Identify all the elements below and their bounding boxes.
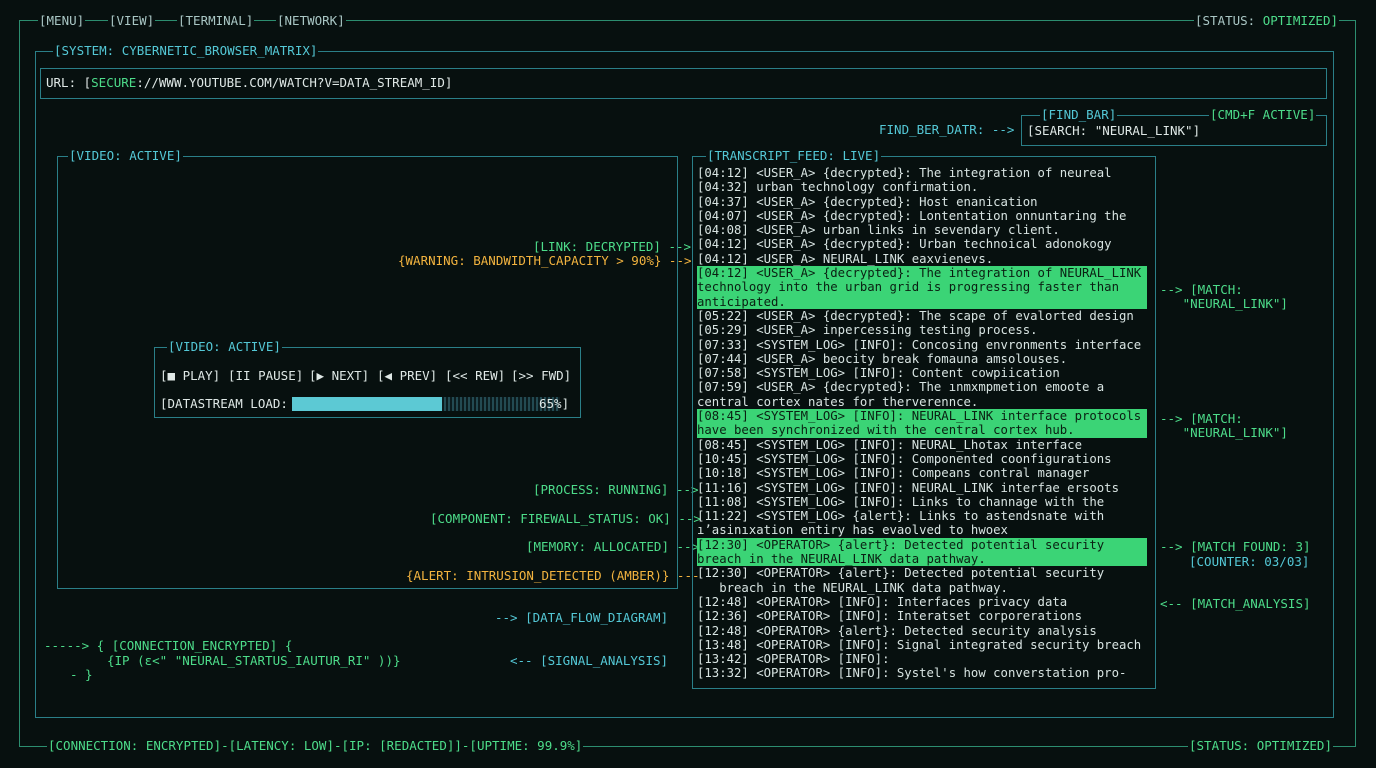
annotation-process-running: [PROCESS: RUNNING] --> — [533, 482, 699, 497]
forward-button[interactable]: [>> FWD] — [511, 369, 571, 383]
transcript-line: [04:12] <USER_A> NEURAL_LINK eaxvienevs. — [697, 251, 994, 266]
transcript-line: breach in the NEURAL_LINK data pathway. — [697, 580, 1008, 595]
video-player-title: [VIDEO: ACTIVE] — [167, 339, 282, 354]
prev-button[interactable]: [◀ PREV] — [377, 369, 437, 383]
play-button[interactable]: [■ PLAY] — [160, 369, 220, 383]
annotation-intrusion-alert: {ALERT: INTRUSION_DETECTED (AMBER)} --- — [406, 568, 700, 583]
annotation-bandwidth-warning: {WARNING: BANDWIDTH_CAPACITY > 90%} --> — [398, 253, 692, 268]
datastream-load-percent: 65%] — [539, 396, 570, 411]
transcript-line: [13:42] <OPERATOR> [INFO]: — [697, 652, 890, 667]
menu-item-view[interactable]: [VIEW] — [108, 14, 156, 28]
transcript-line-highlighted: breach in the NEURAL_LINK data pathway. — [697, 552, 1147, 567]
status-indicator-top: [STATUS: OPTIMIZED] — [1194, 13, 1339, 28]
transcript-feed[interactable]: [04:12] <USER_A> {decrypted}: The integr… — [697, 166, 1147, 681]
match-analysis-link[interactable]: <-- [MATCH_ANALYSIS] — [1160, 597, 1311, 611]
transcript-line: central cortex nates for therverennce. — [697, 394, 979, 409]
transcript-line: [04:12] <USER_A> {decrypted}: Urban tech… — [697, 237, 1112, 252]
transcript-line: [11:16] <SYSTEM_LOG> [INFO]: NEURAL_LINK… — [697, 480, 1119, 495]
transcript-line: [04:32] urban technology confirmation. — [697, 180, 979, 195]
datastream-load-bar — [292, 397, 560, 411]
datastream-load-fill — [292, 397, 443, 411]
cmd-f-indicator: [CMD+F ACTIVE] — [1209, 107, 1317, 122]
next-button[interactable]: [▶ NEXT] — [309, 369, 369, 383]
transcript-line: [04:12] <USER_A> {decrypted}: The integr… — [697, 166, 1112, 180]
annotation-signal-analysis[interactable]: <-- [SIGNAL_ANALYSIS] — [510, 654, 668, 668]
transcript-line: [05:29] <USER_A> inpercessing testing pr… — [697, 323, 1038, 338]
transcript-line: [04:37] <USER_A> {decrypted}: Host enani… — [697, 194, 1038, 209]
transcript-line-highlighted: [08:45] <SYSTEM_LOG> [INFO]: NEURAL_LINK… — [697, 409, 1147, 424]
match-counter: [COUNTER: 03/03] — [1189, 554, 1310, 569]
pause-button[interactable]: [II PAUSE] — [228, 369, 303, 383]
datastream-load-label: [DATASTREAM LOAD: — [160, 396, 288, 411]
annotation-memory-allocated: [MEMORY: ALLOCATED] --> — [526, 539, 700, 554]
transcript-line: ıʼasinıxation entiry has evaolved to hwo… — [697, 523, 1008, 538]
transcript-line-highlighted: [04:12] <USER_A> {decrypted}: The integr… — [697, 266, 1147, 281]
menu-item-terminal[interactable]: [TERMINAL] — [177, 14, 255, 28]
transcript-line: [13:32] <OPERATOR> [INFO]: Systel's how … — [697, 666, 1127, 681]
connection-line-1: -----> { [CONNECTION_ENCRYPTED] { — [44, 638, 293, 653]
transcript-line-highlighted: technology into the urban grid is progre… — [697, 280, 1147, 295]
footer-connection-status: [CONNECTION: ENCRYPTED]-[LATENCY: LOW]-[… — [47, 738, 584, 753]
transcript-line: [13:48] <OPERATOR> [INFO]: Signal integr… — [697, 637, 1142, 652]
transcript-line: [12:30] <OPERATOR> {alert}: Detected pot… — [697, 566, 1105, 581]
match-found-count: --> [MATCH FOUND: 3] — [1160, 539, 1311, 554]
transcript-line-highlighted: anticipated. — [697, 294, 1147, 309]
find-bar-arrow-label: FIND_BER_DATR: --> — [879, 122, 1015, 137]
transcript-line: [04:07] <USER_A> {decrypted}: Lontentati… — [697, 208, 1127, 223]
annotation-firewall-status: [COMPONENT: FIREWALL_STATUS: OK] --> — [430, 511, 701, 526]
rewind-button[interactable]: [<< REW] — [445, 369, 505, 383]
transcript-line-highlighted: [12:30] <OPERATOR> {alert}: Detected pot… — [697, 537, 1147, 553]
menu-item-network[interactable]: [NETWORK] — [276, 14, 346, 28]
annotation-link-decrypted: [LINK: DECRYPTED] --> — [533, 239, 692, 254]
search-input[interactable]: [SEARCH: "NEURAL_LINK"] — [1027, 124, 1200, 138]
transcript-line: [12:48] <OPERATOR> [INFO]: Interfaces pr… — [697, 594, 1068, 609]
match-annotation-2: --> [MATCH: "NEURAL_LINK"] — [1160, 411, 1288, 440]
url-text: URL: [SECURE://WWW.YOUTUBE.COM/WATCH?V=D… — [46, 75, 453, 90]
transcript-line: [04:08] <USER_A> urban links in sevendar… — [697, 223, 1060, 238]
transcript-line: [10:45] <SYSTEM_LOG> [INFO]: Componented… — [697, 451, 1112, 466]
transcript-line: [08:45] <SYSTEM_LOG> [INFO]: NEURAL_Lhot… — [697, 437, 1082, 452]
transcript-line: [12:36] <OPERATOR> [INFO]: Interatset co… — [697, 609, 1082, 624]
find-bar-title: [FIND_BAR] — [1040, 107, 1118, 122]
transcript-line: [07:44] <USER_A> beocity break fomauna a… — [697, 351, 1068, 366]
annotation-data-flow-diagram[interactable]: --> [DATA_FLOW_DIAGRAM] — [495, 611, 668, 625]
transcript-line: [11:08] <SYSTEM_LOG> [INFO]: Links to ch… — [697, 494, 1105, 509]
menu-item-menu[interactable]: [MENU] — [38, 14, 86, 28]
transcript-line: [07:33] <SYSTEM_LOG> [INFO]: Concosing e… — [697, 337, 1142, 352]
match-annotation-1: --> [MATCH: "NEURAL_LINK"] — [1160, 282, 1288, 311]
transcript-line-highlighted: have been synchronized with the central … — [697, 423, 1147, 438]
transcript-line: [12:48] <OPERATOR> {alert}: Detected sec… — [697, 623, 1097, 638]
connection-line-2: {IP (ɛ<" "NEURAL_STARTUS_IAUTUR_RI" ))} — [107, 653, 401, 668]
transcript-line: [07:58] <SYSTEM_LOG> [INFO]: Content cow… — [697, 366, 1060, 381]
video-panel-title: [VIDEO: ACTIVE] — [68, 148, 183, 163]
transcript-line: [10:18] <SYSTEM_LOG> [INFO]: Compeans co… — [697, 466, 1090, 481]
connection-line-3: - } — [70, 667, 93, 682]
transcript-line: [07:59] <USER_A> {decrypted}: The ınmxmp… — [697, 380, 1105, 395]
transcript-line: [11:22] <SYSTEM_LOG> {alert}: Links to a… — [697, 509, 1105, 524]
transcript-line: [05:22] <USER_A> {decrypted}: The scape … — [697, 308, 1134, 323]
footer-status-optimized: [STATUS: OPTIMIZED] — [1188, 738, 1333, 753]
system-panel-title: [SYSTEM: CYBERNETIC_BROWSER_MATRIX] — [53, 43, 319, 58]
transcript-panel-title: [TRANSCRIPT_FEED: LIVE] — [706, 148, 882, 163]
